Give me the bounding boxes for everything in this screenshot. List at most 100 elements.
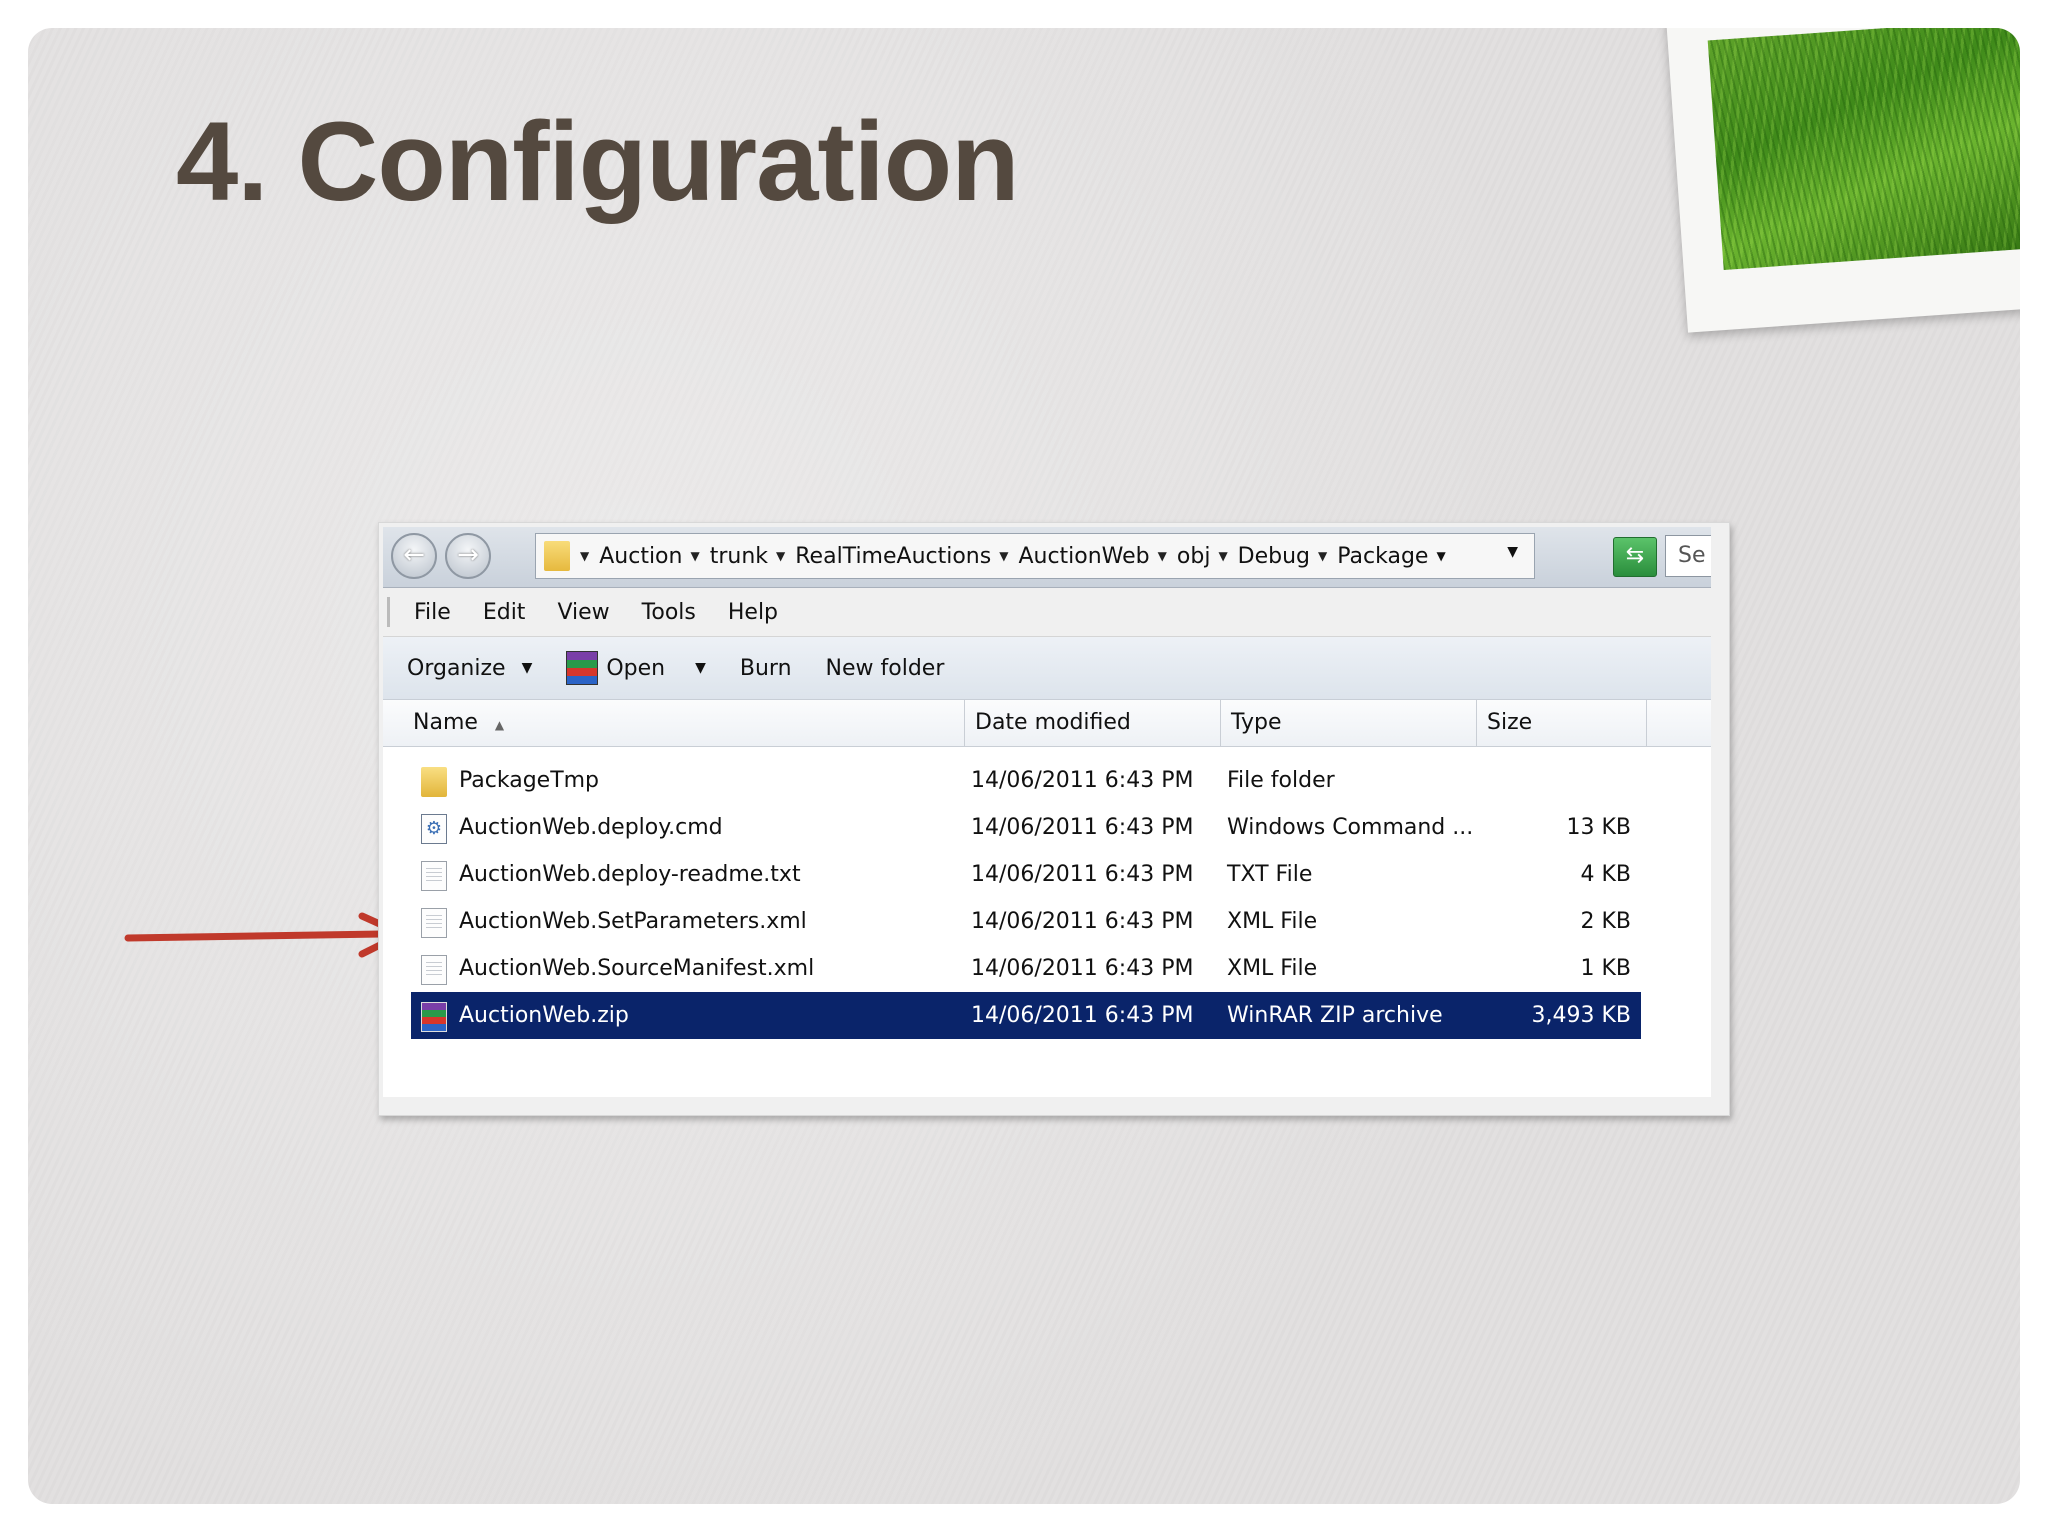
command-bar: Organize ▼ Open ▼ Burn New folder xyxy=(383,637,1711,700)
refresh-button[interactable]: ⇆ xyxy=(1613,537,1657,577)
burn-button[interactable]: Burn xyxy=(740,656,792,681)
breadcrumb: ▼ Auction ▼ trunk ▼ RealTimeAuctions ▼ AuctionW… xyxy=(580,544,1446,569)
grass-photo-image xyxy=(1707,28,2020,270)
breadcrumb-chevron-icon[interactable]: ▼ xyxy=(1436,549,1445,563)
folder-icon xyxy=(544,541,570,571)
xml-file-icon xyxy=(421,908,447,938)
back-arrow-icon: ← xyxy=(403,540,425,570)
column-type-label: Type xyxy=(1231,710,1282,735)
file-size: 3,493 KB xyxy=(1531,1003,1632,1028)
file-name: AuctionWeb.deploy-readme.txt xyxy=(459,862,801,887)
breadcrumb-item[interactable]: ▼ Package xyxy=(1318,544,1428,569)
file-type: WinRAR ZIP archive xyxy=(1227,1003,1443,1028)
text-file-icon xyxy=(421,861,447,891)
file-name: AuctionWeb.SourceManifest.xml xyxy=(459,956,815,981)
forward-button[interactable]: → xyxy=(445,533,491,579)
file-date: 14/06/2011 6:43 PM xyxy=(971,909,1194,934)
breadcrumb-item[interactable]: ▼ Auction xyxy=(580,544,682,569)
organize-button[interactable]: Organize ▼ xyxy=(407,656,532,681)
breadcrumb-label: obj xyxy=(1176,543,1211,569)
file-row[interactable]: AuctionWeb.zip 14/06/2011 6:43 PM WinRAR Z… xyxy=(411,992,1641,1039)
breadcrumb-label: AuctionWeb xyxy=(1018,543,1150,569)
address-bar-area: ← → ▼ Auction ▼ trunk ▼ RealTimeAuctions ▼ Auct… xyxy=(383,527,1711,588)
file-type: XML File xyxy=(1227,909,1318,934)
file-size: 13 KB xyxy=(1566,815,1631,840)
breadcrumb-label: trunk xyxy=(709,543,769,569)
breadcrumb-chevron-icon[interactable]: ▼ xyxy=(1158,549,1167,563)
breadcrumb-item[interactable]: ▼ obj xyxy=(1158,544,1211,569)
search-input[interactable]: Se xyxy=(1665,535,1711,577)
column-header-name[interactable]: Name ▲ xyxy=(383,700,965,746)
column-headers: Name ▲ Date modified Type Size xyxy=(383,700,1711,747)
file-name: AuctionWeb.SetParameters.xml xyxy=(459,909,807,934)
organize-label: Organize xyxy=(407,655,506,681)
file-name: PackageTmp xyxy=(459,768,600,793)
menu-item-view[interactable]: View xyxy=(557,600,609,625)
file-type: XML File xyxy=(1227,956,1318,981)
explorer-content: ← → ▼ Auction ▼ trunk ▼ RealTimeAuctions ▼ Auct… xyxy=(383,527,1711,1097)
breadcrumb-label: Auction xyxy=(599,543,683,569)
breadcrumb-chevron-icon[interactable]: ▼ xyxy=(690,549,699,563)
menu-items: File Edit View Tools Help xyxy=(414,600,810,625)
open-button[interactable]: Open ▼ xyxy=(566,651,706,685)
breadcrumb-item[interactable]: ▼ Debug xyxy=(1218,544,1310,569)
grass-photo xyxy=(1665,28,2020,333)
file-date: 14/06/2011 6:43 PM xyxy=(971,768,1194,793)
breadcrumb-item[interactable]: ▼ trunk xyxy=(690,544,768,569)
file-date: 14/06/2011 6:43 PM xyxy=(971,956,1194,981)
file-row[interactable]: AuctionWeb.SetParameters.xml 14/06/2011 6… xyxy=(411,898,1641,945)
chevron-down-icon: ▼ xyxy=(695,660,706,676)
menu-item-tools[interactable]: Tools xyxy=(642,600,696,625)
menu-item-edit[interactable]: Edit xyxy=(483,600,526,625)
slide: 4. Configuration ← → ▼ Auction ▼ trunk ▼ Real… xyxy=(28,28,2020,1504)
file-name: AuctionWeb.zip xyxy=(459,1003,629,1028)
breadcrumb-item[interactable]: ▼ RealTimeAuctions xyxy=(776,544,991,569)
column-header-type[interactable]: Type xyxy=(1221,700,1477,746)
chevron-down-icon: ▼ xyxy=(521,660,533,676)
sort-ascending-icon: ▲ xyxy=(494,718,505,732)
breadcrumb-label: RealTimeAuctions xyxy=(795,543,992,569)
file-type: TXT File xyxy=(1227,862,1313,887)
file-row[interactable]: AuctionWeb.deploy.cmd 14/06/2011 6:43 PM W… xyxy=(411,804,1641,851)
burn-label: Burn xyxy=(739,655,792,681)
column-name-label: Name xyxy=(413,710,478,735)
file-date: 14/06/2011 6:43 PM xyxy=(971,862,1194,887)
breadcrumb-chevron-icon[interactable]: ▼ xyxy=(999,549,1008,563)
refresh-icon: ⇆ xyxy=(1625,543,1645,568)
breadcrumb-chevron-icon[interactable]: ▼ xyxy=(776,549,785,563)
file-date: 14/06/2011 6:43 PM xyxy=(971,1003,1194,1028)
breadcrumb-item[interactable]: ▼ AuctionWeb xyxy=(999,544,1149,569)
forward-arrow-icon: → xyxy=(457,540,479,570)
file-list: PackageTmp 14/06/2011 6:43 PM File folder A… xyxy=(411,757,1641,1039)
breadcrumb-chevron-icon[interactable]: ▼ xyxy=(1218,549,1227,563)
file-name: AuctionWeb.deploy.cmd xyxy=(459,815,723,840)
open-label: Open xyxy=(606,655,666,681)
file-size: 2 KB xyxy=(1580,909,1631,934)
file-type: File folder xyxy=(1227,768,1335,793)
address-box[interactable]: ▼ Auction ▼ trunk ▼ RealTimeAuctions ▼ AuctionW… xyxy=(535,533,1535,579)
slide-title: 4. Configuration xyxy=(176,99,1020,224)
address-dropdown-icon[interactable]: ▼ xyxy=(1507,544,1518,560)
breadcrumb-chevron-icon[interactable]: ▼ xyxy=(580,549,589,563)
file-row[interactable]: PackageTmp 14/06/2011 6:43 PM File folder xyxy=(411,757,1641,804)
breadcrumb-chevron-icon[interactable]: ▼ xyxy=(1318,549,1327,563)
xml-file-icon xyxy=(421,955,447,985)
menu-item-help[interactable]: Help xyxy=(728,600,778,625)
new-folder-button[interactable]: New folder xyxy=(826,656,945,681)
search-placeholder: Se xyxy=(1678,543,1706,568)
back-button[interactable]: ← xyxy=(391,533,437,579)
file-date: 14/06/2011 6:43 PM xyxy=(971,815,1194,840)
explorer-window: ← → ▼ Auction ▼ trunk ▼ RealTimeAuctions ▼ Auct… xyxy=(378,522,1730,1116)
file-row[interactable]: AuctionWeb.SourceManifest.xml 14/06/2011 … xyxy=(411,945,1641,992)
menu-bar: File Edit View Tools Help xyxy=(383,588,1711,637)
file-row[interactable]: AuctionWeb.deploy-readme.txt 14/06/2011 6… xyxy=(411,851,1641,898)
column-header-date[interactable]: Date modified xyxy=(965,700,1221,746)
column-date-label: Date modified xyxy=(975,710,1131,735)
column-header-size[interactable]: Size xyxy=(1477,700,1647,746)
file-size: 1 KB xyxy=(1580,956,1631,981)
file-size: 4 KB xyxy=(1580,862,1631,887)
winrar-zip-icon xyxy=(421,1002,447,1032)
menu-item-file[interactable]: File xyxy=(414,600,451,625)
breadcrumb-label: Debug xyxy=(1237,543,1311,569)
column-size-label: Size xyxy=(1487,710,1533,735)
